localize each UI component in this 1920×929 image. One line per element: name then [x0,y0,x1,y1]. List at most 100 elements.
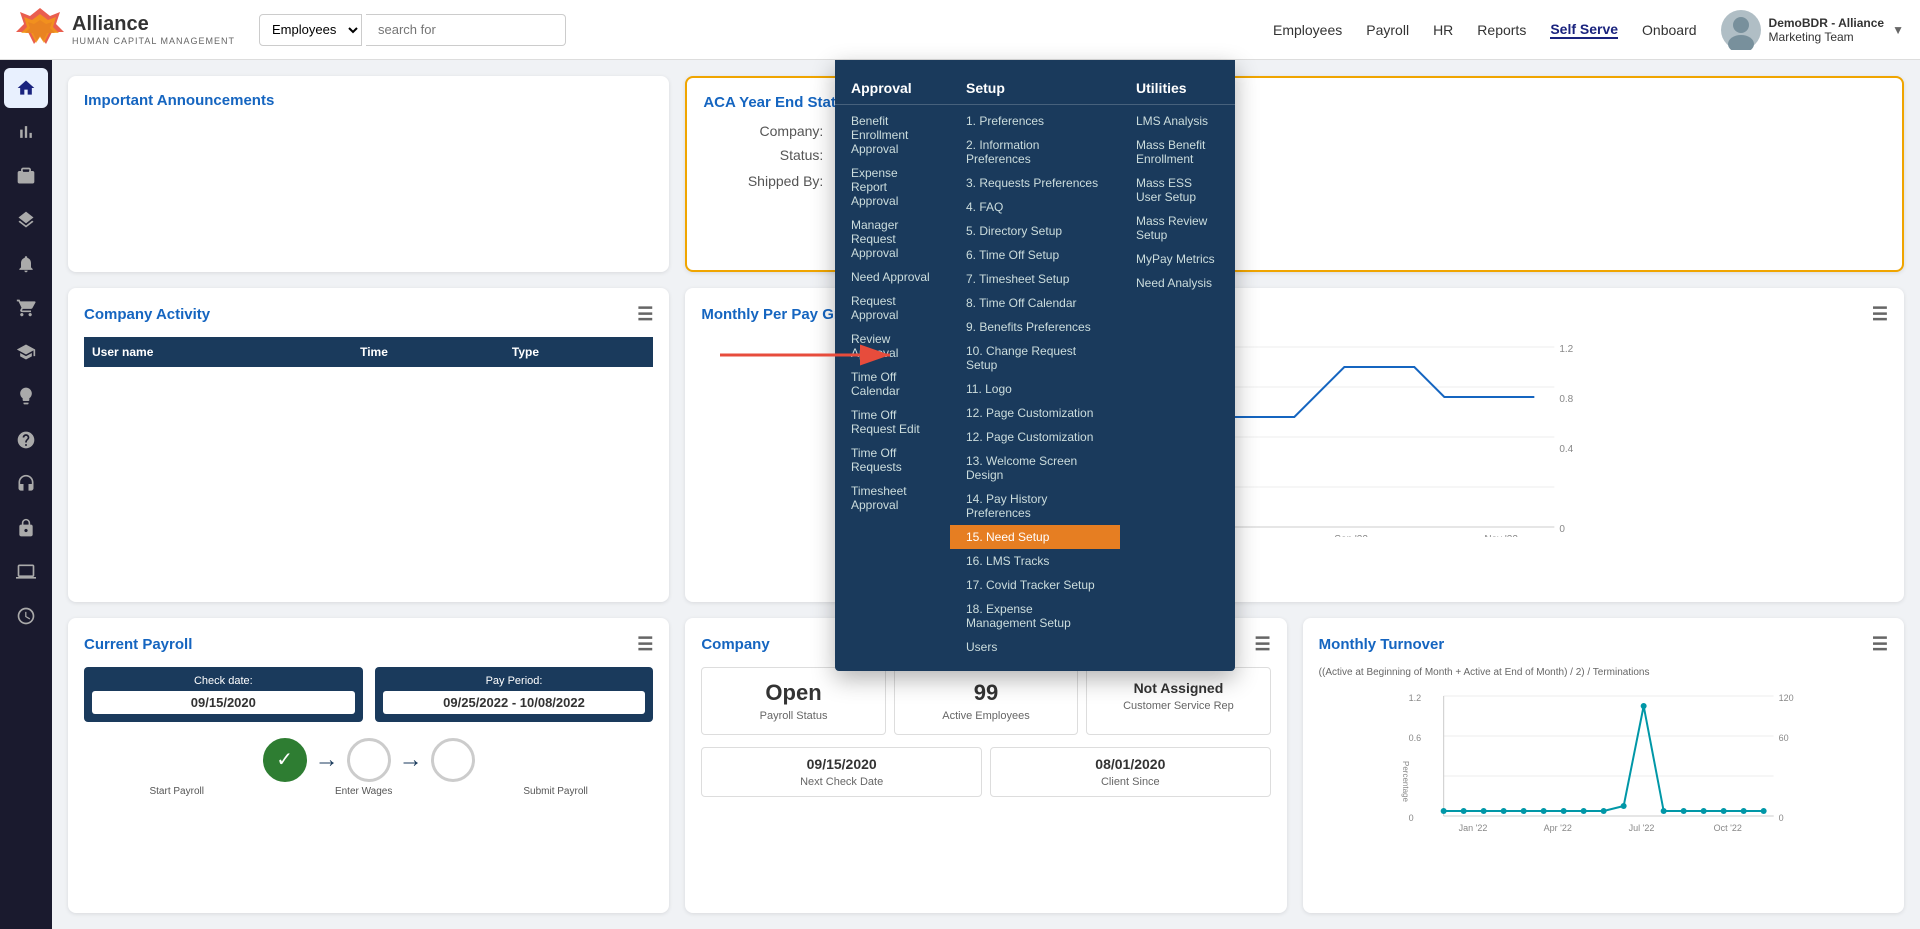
lock-icon [16,518,36,538]
avatar-icon [1721,10,1761,50]
dropdown-covid-tracker[interactable]: 17. Covid Tracker Setup [950,573,1120,597]
dropdown-utilities-header: Utilities [1120,72,1235,105]
dropdown-info-prefs[interactable]: 2. Information Preferences [950,133,1120,171]
dropdown-lms-analysis[interactable]: LMS Analysis [1120,109,1235,133]
layers-icon [16,210,36,230]
company-menu-icon[interactable]: ☰ [1255,634,1271,655]
svg-text:Jul '22: Jul '22 [1628,823,1654,833]
announcements-header: Important Announcements [84,92,653,109]
dropdown-mypay-metrics[interactable]: MyPay Metrics [1120,247,1235,271]
sidebar-item-clock[interactable] [4,596,48,636]
nav-payroll[interactable]: Payroll [1366,22,1409,38]
step-start-label: Start Payroll [149,786,203,797]
step-wages [347,738,391,782]
dropdown-manager-request[interactable]: Manager Request Approval [835,213,950,265]
activity-title: Company Activity [84,306,210,323]
stat-active-employees[interactable]: 99 Active Employees [894,667,1078,735]
payroll-menu-icon[interactable]: ☰ [637,634,653,655]
graduation-icon [16,342,36,362]
dropdown-page-custom-1[interactable]: 12. Page Customization [950,401,1120,425]
dropdown-directory-setup[interactable]: 5. Directory Setup [950,219,1120,243]
stat-payroll-status[interactable]: Open Payroll Status [701,667,885,735]
nav-hr[interactable]: HR [1433,22,1453,38]
dropdown-mass-review[interactable]: Mass Review Setup [1120,209,1235,247]
sidebar-item-headset[interactable] [4,464,48,504]
self-serve-dropdown: Approval Benefit Enrollment Approval Exp… [835,60,1235,671]
step-submit-label: Submit Payroll [523,786,587,797]
dropdown-request-prefs[interactable]: 3. Requests Preferences [950,171,1120,195]
dropdown-change-request-setup[interactable]: 10. Change Request Setup [950,339,1120,377]
sidebar-item-monitor[interactable] [4,552,48,592]
sidebar [0,60,52,929]
turnover-header: Monthly Turnover ☰ [1319,634,1888,655]
sidebar-item-question[interactable] [4,420,48,460]
dropdown-time-off-requests[interactable]: Time Off Requests [835,441,950,479]
dropdown-timesheet-approval[interactable]: Timesheet Approval [835,479,950,517]
check-date-label: Check date: [92,675,355,687]
arrow-1: → [315,746,339,774]
nav-self-serve[interactable]: Self Serve [1550,21,1618,39]
dropdown-mass-ess[interactable]: Mass ESS User Setup [1120,171,1235,209]
activity-table: User name Time Type [84,337,653,367]
stat-csr[interactable]: Not Assigned Customer Service Rep [1086,667,1270,735]
dropdown-page-custom-2[interactable]: 12. Page Customization [950,425,1120,449]
svg-text:60: 60 [1778,733,1788,743]
client-since-label: Client Since [999,776,1262,788]
sidebar-item-bulb[interactable] [4,376,48,416]
turnover-menu-icon[interactable]: ☰ [1872,634,1888,655]
dropdown-time-off-calendar[interactable]: Time Off Calendar [835,365,950,403]
dropdown-benefit-enrollment[interactable]: Benefit Enrollment Approval [835,109,950,161]
dropdown-time-off-request-edit[interactable]: Time Off Request Edit [835,403,950,441]
aca-title: ACA Year End Status [703,94,853,111]
dropdown-welcome-screen[interactable]: 13. Welcome Screen Design [950,449,1120,487]
svg-text:Jan '22: Jan '22 [1458,823,1487,833]
next-check-label: Next Check Date [710,776,973,788]
search-input[interactable] [366,14,566,46]
step-wages-label: Enter Wages [335,786,392,797]
cart-icon [16,298,36,318]
dropdown-time-off-cal-setup[interactable]: 8. Time Off Calendar [950,291,1120,315]
nav-reports[interactable]: Reports [1477,22,1526,38]
step-submit [431,738,475,782]
dropdown-time-off-setup[interactable]: 6. Time Off Setup [950,243,1120,267]
sidebar-item-chart[interactable] [4,112,48,152]
dropdown-logo[interactable]: 11. Logo [950,377,1120,401]
svg-text:Oct '22: Oct '22 [1713,823,1741,833]
svg-text:0: 0 [1778,813,1783,823]
dropdown-preferences[interactable]: 1. Preferences [950,109,1120,133]
dropdown-faq[interactable]: 4. FAQ [950,195,1120,219]
dropdown-lms-tracks[interactable]: 16. LMS Tracks [950,549,1120,573]
dropdown-need-analysis[interactable]: Need Analysis [1120,271,1235,295]
sidebar-item-layers[interactable] [4,200,48,240]
nav-employees[interactable]: Employees [1273,22,1342,38]
svg-text:120: 120 [1778,693,1793,703]
dropdown-need-setup[interactable]: 15. Need Setup [950,525,1120,549]
home-icon [16,78,36,98]
dropdown-users[interactable]: Users [950,635,1120,659]
activity-menu-icon[interactable]: ☰ [637,304,653,325]
question-icon [16,430,36,450]
sidebar-item-bell[interactable] [4,244,48,284]
chart-menu-icon[interactable]: ☰ [1872,304,1888,325]
sidebar-item-briefcase[interactable] [4,156,48,196]
dropdown-request-approval[interactable]: Request Approval [835,289,950,327]
dropdown-timesheet-setup[interactable]: 7. Timesheet Setup [950,267,1120,291]
sidebar-item-cart[interactable] [4,288,48,328]
user-area[interactable]: DemoBDR - Alliance Marketing Team ▼ [1721,10,1904,50]
sidebar-item-lock[interactable] [4,508,48,548]
search-dropdown[interactable]: Employees Payroll Reports [259,14,362,46]
svg-text:0.8: 0.8 [1560,394,1574,405]
dropdown-expense-mgmt[interactable]: 18. Expense Management Setup [950,597,1120,635]
dropdown-pay-history-prefs[interactable]: 14. Pay History Preferences [950,487,1120,525]
dropdown-mass-benefit[interactable]: Mass Benefit Enrollment [1120,133,1235,171]
dropdown-setup-header: Setup [950,72,1120,105]
dropdown-review-approval[interactable]: Review Approval [835,327,950,365]
dropdown-expense-report[interactable]: Expense Report Approval [835,161,950,213]
sidebar-item-home[interactable] [4,68,48,108]
headset-icon [16,474,36,494]
nav-onboard[interactable]: Onboard [1642,22,1696,38]
aca-status-label: Status: [703,147,823,165]
dropdown-need-approval[interactable]: Need Approval [835,265,950,289]
dropdown-benefits-prefs[interactable]: 9. Benefits Preferences [950,315,1120,339]
sidebar-item-graduation[interactable] [4,332,48,372]
